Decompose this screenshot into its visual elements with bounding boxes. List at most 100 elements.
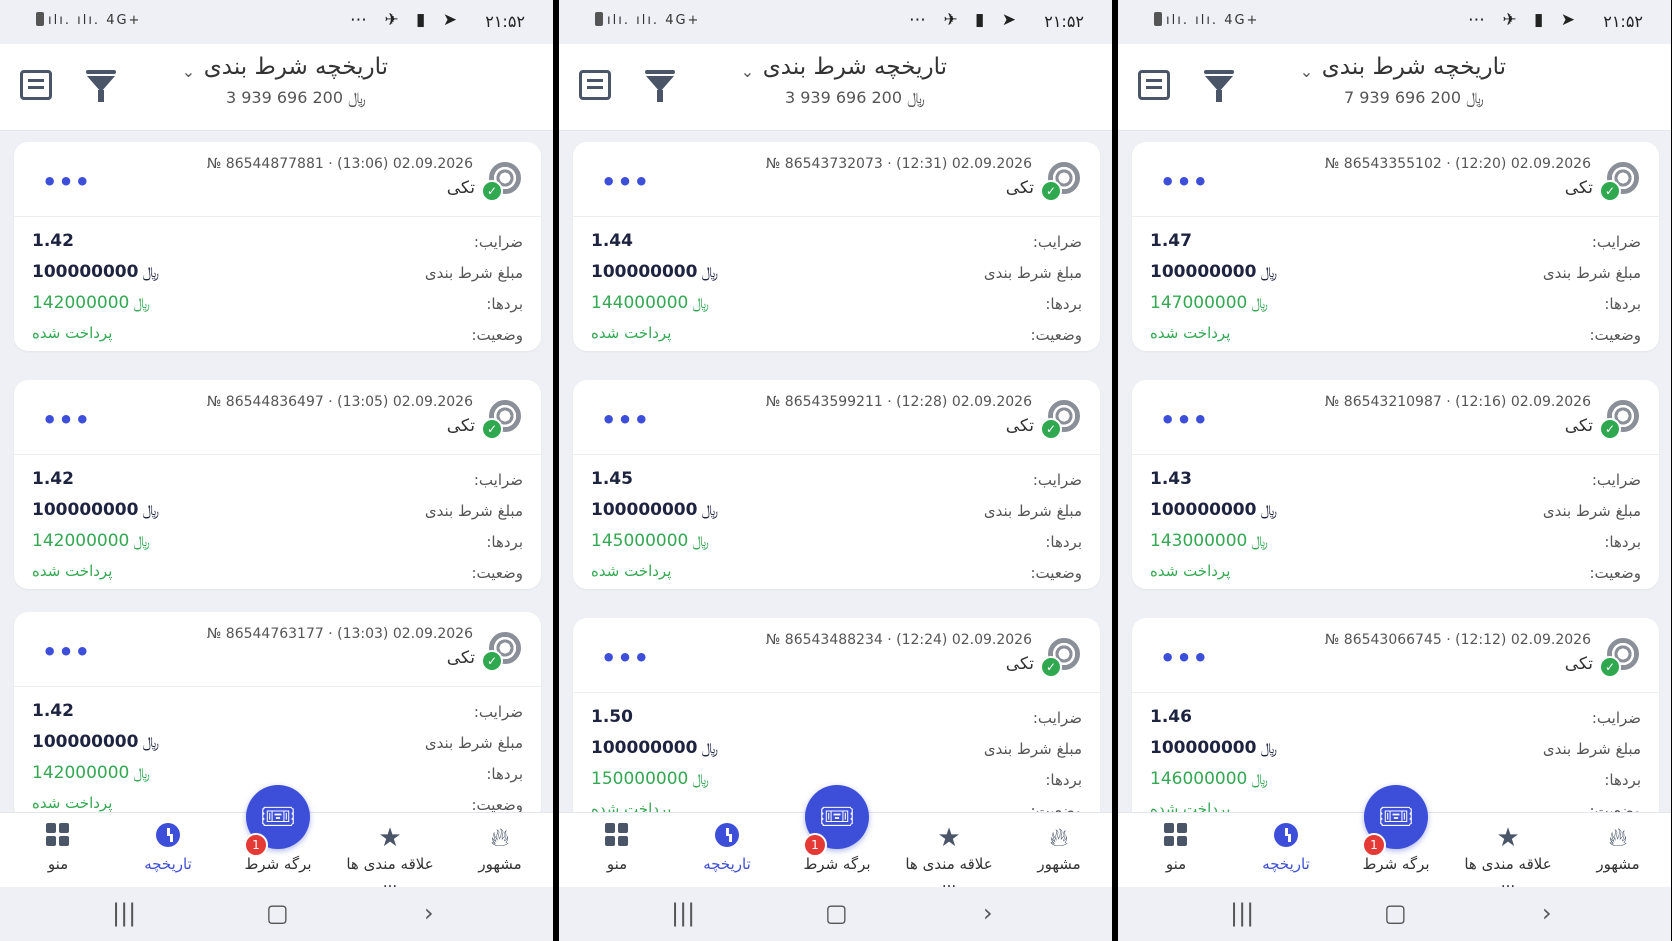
odds-label: ضرایب: (473, 703, 523, 721)
title-dropdown[interactable]: ⌄ تاریخچه شرط بندی 7 939 696 200 ﷼ (1300, 54, 1506, 108)
more-options-icon[interactable]: ••• (42, 406, 91, 434)
list-view-icon[interactable] (579, 70, 611, 100)
title-dropdown[interactable]: ⌄ تاریخچه شرط بندی 3 939 696 200 ﷼ (741, 54, 947, 108)
bet-card[interactable]: ••• № 86544836497 · (13:05) 02.09.2026 ت… (14, 380, 541, 589)
check-icon: ✓ (1599, 418, 1621, 440)
back-icon[interactable]: › (983, 899, 993, 927)
status-value: پرداخت شده (1150, 562, 1231, 580)
signal-icon: ılı. ılı. 4G+ (1154, 12, 1259, 28)
nav-popular[interactable]: 🔥︎ مشهور (1009, 823, 1109, 873)
home-icon[interactable]: ▢ (1384, 899, 1407, 927)
check-icon: ✓ (1599, 180, 1621, 202)
nav-history[interactable]: تاریخچه (1236, 823, 1336, 873)
odds-label: ضرایب: (473, 471, 523, 489)
filter-icon[interactable] (1204, 70, 1234, 104)
recent-apps-icon[interactable]: ||| (1230, 899, 1254, 927)
more-options-icon[interactable]: ••• (1160, 644, 1209, 672)
bottom-nav: 🔥︎ مشهور ★ علاقه مندی ها ... برگه شرط تاری… (1118, 785, 1671, 891)
winnings-value: 150000000 ﷼ (591, 769, 709, 789)
winnings-label: بردها: (1604, 295, 1641, 313)
list-view-icon[interactable] (1138, 70, 1170, 100)
nav-popular[interactable]: 🔥︎ مشهور (450, 823, 550, 873)
winnings-label: بردها: (486, 295, 523, 313)
odds-value: 1.44 (591, 231, 633, 251)
stake-value: 100000000 ﷼ (591, 738, 719, 758)
app-header: ⌄ تاریخچه شرط بندی 3 939 696 200 ﷼ (0, 44, 553, 131)
more-options-icon[interactable]: ••• (1160, 168, 1209, 196)
status-label: وضعیت: (1030, 326, 1082, 344)
bet-meta: № 86543066745 · (12:12) 02.09.2026 (1324, 632, 1591, 648)
bet-type: تکی (1005, 654, 1034, 674)
more-options-icon[interactable]: ••• (42, 168, 91, 196)
nav-favorites[interactable]: ★ علاقه مندی ها ... (899, 823, 999, 891)
more-options-icon[interactable]: ••• (42, 638, 91, 666)
bet-meta: № 86543732073 · (12:31) 02.09.2026 (765, 156, 1032, 172)
odds-label: ضرایب: (1032, 233, 1082, 251)
check-icon: ✓ (481, 180, 503, 202)
odds-label: ضرایب: (1591, 233, 1641, 251)
bet-type: تکی (446, 416, 475, 436)
nav-menu[interactable]: منو (8, 823, 108, 873)
status-value: پرداخت شده (32, 324, 113, 342)
nav-menu[interactable]: منو (1126, 823, 1226, 873)
stake-label: مبلغ شرط بندی (424, 502, 523, 520)
filter-icon[interactable] (645, 70, 675, 104)
title-dropdown[interactable]: ⌄ تاریخچه شرط بندی 3 939 696 200 ﷼ (182, 54, 388, 108)
nav-favorites[interactable]: ★ علاقه مندی ها ... (1458, 823, 1558, 891)
grid-icon (605, 823, 629, 847)
stake-label: مبلغ شرط بندی (1542, 502, 1641, 520)
page-title: تاریخچه شرط بندی (203, 54, 388, 80)
status-label: وضعیت: (1030, 564, 1082, 582)
bottom-nav: 🔥︎ مشهور ★ علاقه مندی ها ... برگه شرط تاری… (0, 785, 553, 891)
recent-apps-icon[interactable]: ||| (112, 899, 136, 927)
home-icon[interactable]: ▢ (266, 899, 289, 927)
odds-label: ضرایب: (473, 233, 523, 251)
stake-value: 100000000 ﷼ (32, 732, 160, 752)
app-header: ⌄ تاریخچه شرط بندی 7 939 696 200 ﷼ (1118, 44, 1671, 131)
check-icon: ✓ (481, 650, 503, 672)
more-options-icon[interactable]: ••• (601, 406, 650, 434)
stake-value: 100000000 ﷼ (32, 262, 160, 282)
recent-apps-icon[interactable]: ||| (671, 899, 695, 927)
nav-history[interactable]: تاریخچه (118, 823, 218, 873)
list-view-icon[interactable] (20, 70, 52, 100)
odds-label: ضرایب: (1032, 471, 1082, 489)
star-icon: ★ (378, 823, 402, 853)
winnings-label: بردها: (1604, 533, 1641, 551)
odds-label: ضرایب: (1591, 471, 1641, 489)
odds-label: ضرایب: (1591, 709, 1641, 727)
stake-value: 100000000 ﷼ (1150, 500, 1278, 520)
more-options-icon[interactable]: ••• (1160, 406, 1209, 434)
bet-card[interactable]: ••• № 86544877881 · (13:06) 02.09.2026 ت… (14, 142, 541, 351)
odds-value: 1.50 (591, 707, 633, 727)
bet-type: تکی (446, 178, 475, 198)
filter-icon[interactable] (86, 70, 116, 104)
winnings-value: 147000000 ﷼ (1150, 293, 1268, 313)
bet-meta: № 86544836497 · (13:05) 02.09.2026 (206, 394, 473, 410)
bet-card[interactable]: ••• № 86543732073 · (12:31) 02.09.2026 ت… (573, 142, 1100, 351)
nav-favorites[interactable]: ★ علاقه مندی ها ... (340, 823, 440, 891)
bet-meta: № 86543599211 · (12:28) 02.09.2026 (765, 394, 1032, 410)
winnings-value: 142000000 ﷼ (32, 763, 150, 783)
nav-popular[interactable]: 🔥︎ مشهور (1568, 823, 1668, 873)
signal-icon: ılı. ılı. 4G+ (36, 12, 141, 28)
notification-icons: ⋯ ✈ ▮ ➤ (908, 10, 1022, 30)
home-icon[interactable]: ▢ (825, 899, 848, 927)
bet-card[interactable]: ••• № 86543599211 · (12:28) 02.09.2026 ت… (573, 380, 1100, 589)
nav-history[interactable]: تاریخچه (677, 823, 777, 873)
bet-card[interactable]: ••• № 86543210987 · (12:16) 02.09.2026 ت… (1132, 380, 1659, 589)
odds-value: 1.43 (1150, 469, 1192, 489)
back-icon[interactable]: › (424, 899, 434, 927)
odds-value: 1.42 (32, 701, 74, 721)
page-title: تاریخچه شرط بندی (762, 54, 947, 80)
more-options-icon[interactable]: ••• (601, 644, 650, 672)
bet-card[interactable]: ••• № 86543355102 · (12:20) 02.09.2026 ت… (1132, 142, 1659, 351)
check-icon: ✓ (481, 418, 503, 440)
winnings-value: 145000000 ﷼ (591, 531, 709, 551)
winnings-value: 142000000 ﷼ (32, 293, 150, 313)
signal-icon: ılı. ılı. 4G+ (595, 12, 700, 28)
more-options-icon[interactable]: ••• (601, 168, 650, 196)
betslip-badge: 1 (1362, 833, 1386, 857)
back-icon[interactable]: › (1542, 899, 1552, 927)
nav-menu[interactable]: منو (567, 823, 667, 873)
